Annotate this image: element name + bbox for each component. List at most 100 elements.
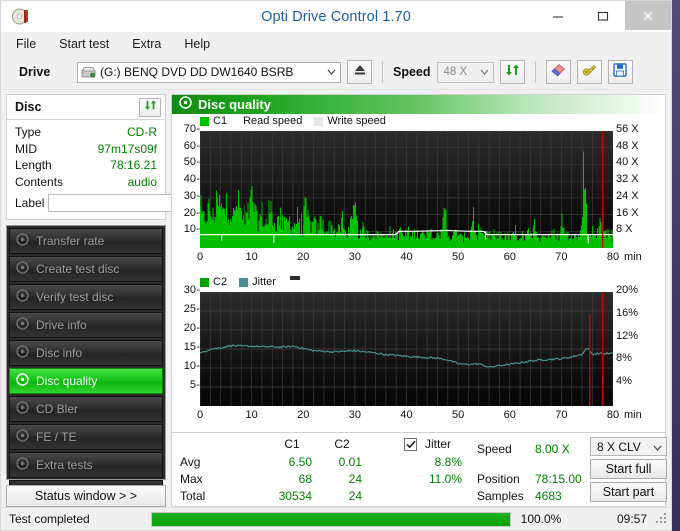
menu-item-help[interactable]: Help — [181, 35, 213, 53]
disc-quality-icon — [179, 95, 192, 114]
resize-grip-icon[interactable] — [655, 512, 669, 526]
y-tick: 30 — [183, 189, 196, 202]
right-axis-tick: 4% — [616, 375, 632, 388]
legend-swatch-jitter — [239, 277, 249, 287]
y-tick-mark: - — [196, 303, 200, 315]
c2-chart-legend: C2 Jitter — [200, 276, 300, 288]
c2-jitter-chart: C2 Jitter 5-10-15-20-25-30- 4% 8% 12% 16% 20… — [172, 275, 665, 431]
sidebar-item-label: Drive info — [36, 318, 87, 332]
drive-select[interactable]: (G:) BENQ DVD DD DW1640 BSRB — [77, 61, 341, 83]
right-axis-tick: 48 X — [616, 139, 639, 152]
sidebar-item-label: Verify test disc — [36, 290, 114, 304]
disc-panel-title: Disc — [15, 100, 42, 114]
y-tick-mark: - — [196, 139, 200, 152]
right-axis-tick: 20% — [616, 284, 639, 296]
legend-label-jitter: Jitter — [252, 276, 276, 288]
write-speed-select[interactable]: 8 X CLV — [590, 437, 667, 456]
chevron-down-icon[interactable] — [323, 63, 340, 82]
menu-item-start-test[interactable]: Start test — [56, 35, 112, 53]
disc-row-contents: Contents audio — [15, 174, 157, 191]
sidebar-item-label: Disc info — [36, 346, 83, 360]
menu-item-extra[interactable]: Extra — [129, 35, 164, 53]
menu-item-file[interactable]: File — [13, 35, 39, 53]
disc-info-list: Type CD-R MID 97m17s09f Length 78:16.21 … — [7, 120, 219, 219]
y-tick: 30 — [183, 284, 196, 296]
sidebar-item-cd-bler[interactable]: CD Bler — [9, 396, 163, 422]
start-full-button[interactable]: Start full — [590, 459, 667, 479]
y-tick-mark: - — [196, 322, 200, 334]
disc-icon — [16, 457, 29, 473]
disc-row-key: Type — [15, 125, 42, 139]
x-tick: 0 — [196, 251, 204, 263]
disc-icon — [16, 373, 29, 389]
progress-bar-fill — [152, 512, 510, 526]
legend-label-write-speed: Write speed — [327, 115, 386, 127]
y-tick: 15 — [183, 341, 196, 353]
y-tick: 40 — [183, 173, 196, 186]
stats-max-c1: 68 — [298, 472, 312, 486]
progress-bar — [151, 511, 511, 527]
stats-avg-c2: 0.01 — [338, 455, 362, 469]
sidebar-item-extra-tests[interactable]: Extra tests — [9, 452, 163, 478]
close-button[interactable] — [625, 1, 671, 30]
minimize-button[interactable] — [535, 1, 580, 30]
sidebar-item-transfer-rate[interactable]: Transfer rate — [9, 228, 163, 254]
erase-button[interactable] — [545, 60, 571, 84]
sidebar-item-disc-info[interactable]: Disc info — [9, 340, 163, 366]
maximize-button[interactable] — [580, 1, 625, 30]
right-axis-tick: 12% — [616, 329, 639, 342]
stats-row-total: Total — [180, 489, 206, 503]
disc-row-value: CD-R — [127, 125, 157, 139]
tools-button[interactable] — [576, 60, 602, 84]
right-axis-tick: 8 X — [616, 223, 633, 236]
stats-col-jitter: Jitter — [425, 437, 452, 451]
drive-value: (G:) BENQ DVD DD DW1640 BSRB — [100, 65, 294, 79]
disc-panel: Disc Type CD-R MID 97m17s09f Length 78:1… — [6, 94, 219, 220]
disc-refresh-button[interactable] — [139, 97, 161, 117]
statistics-panel: C1 C2 Jitter Avg 6.50 0.01 8.8% Max 68 2… — [171, 433, 667, 507]
stats-samples-value: 4683 — [535, 489, 562, 503]
y-tick: 70 — [183, 123, 196, 135]
c1-plot-svg — [200, 131, 613, 248]
legend-swatch-c2 — [200, 277, 209, 287]
refresh-button[interactable] — [499, 60, 525, 84]
disc-quality-title: Disc quality — [198, 97, 271, 112]
eject-button[interactable] — [347, 60, 372, 84]
sidebar-item-disc-quality[interactable]: Disc quality — [9, 368, 163, 394]
start-part-button[interactable]: Start part — [590, 482, 667, 502]
stats-max-jitter: 11.0% — [428, 472, 462, 486]
jitter-checkbox[interactable] — [404, 438, 417, 451]
sidebar-item-label: CD Bler — [36, 402, 79, 416]
sidebar-item-drive-info[interactable]: Drive info — [9, 312, 163, 338]
speed-select[interactable]: 48 X — [436, 61, 494, 83]
stats-avg-jitter: 8.8% — [434, 455, 462, 469]
sidebar-item-fe-te[interactable]: FE / TE — [9, 424, 163, 450]
y-tick: 5 — [189, 379, 196, 391]
sidebar-item-create-test-disc[interactable]: Create test disc — [9, 256, 163, 282]
test-navigation: Transfer rate Create test disc Verify te… — [6, 225, 166, 486]
x-tick: 70 — [555, 251, 568, 263]
status-window-button[interactable]: Status window > > — [6, 485, 166, 507]
chevron-down-icon[interactable] — [476, 63, 493, 82]
x-tick: 30 — [348, 409, 361, 421]
sidebar-item-label: Transfer rate — [36, 234, 105, 248]
stats-max-c2: 24 — [348, 472, 362, 486]
disc-icon — [16, 401, 29, 417]
right-axis-tick: 56 X — [616, 123, 639, 135]
disc-quality-header: Disc quality — [172, 95, 665, 114]
c1-plot-area — [200, 131, 613, 248]
stats-position-value: 78:15.00 — [535, 472, 582, 486]
title-bar: Opti Drive Control 1.70 — [1, 1, 671, 32]
save-button[interactable] — [607, 60, 633, 84]
disc-row-key: Contents — [15, 174, 64, 189]
sidebar-item-verify-test-disc[interactable]: Verify test disc — [9, 284, 163, 310]
right-axis-tick: 32 X — [616, 173, 639, 186]
stats-total-c2: 24 — [348, 489, 362, 503]
disc-quality-panel: Disc quality C1 Read speed Write speed 1… — [171, 94, 666, 433]
chevron-down-icon[interactable] — [653, 440, 662, 454]
y-tick-mark: - — [196, 379, 200, 391]
disc-icon — [16, 429, 29, 445]
c2-plot-svg — [200, 292, 613, 406]
y-tick-mark: - — [196, 206, 200, 219]
sidebar-item-label: Extra tests — [36, 458, 93, 472]
